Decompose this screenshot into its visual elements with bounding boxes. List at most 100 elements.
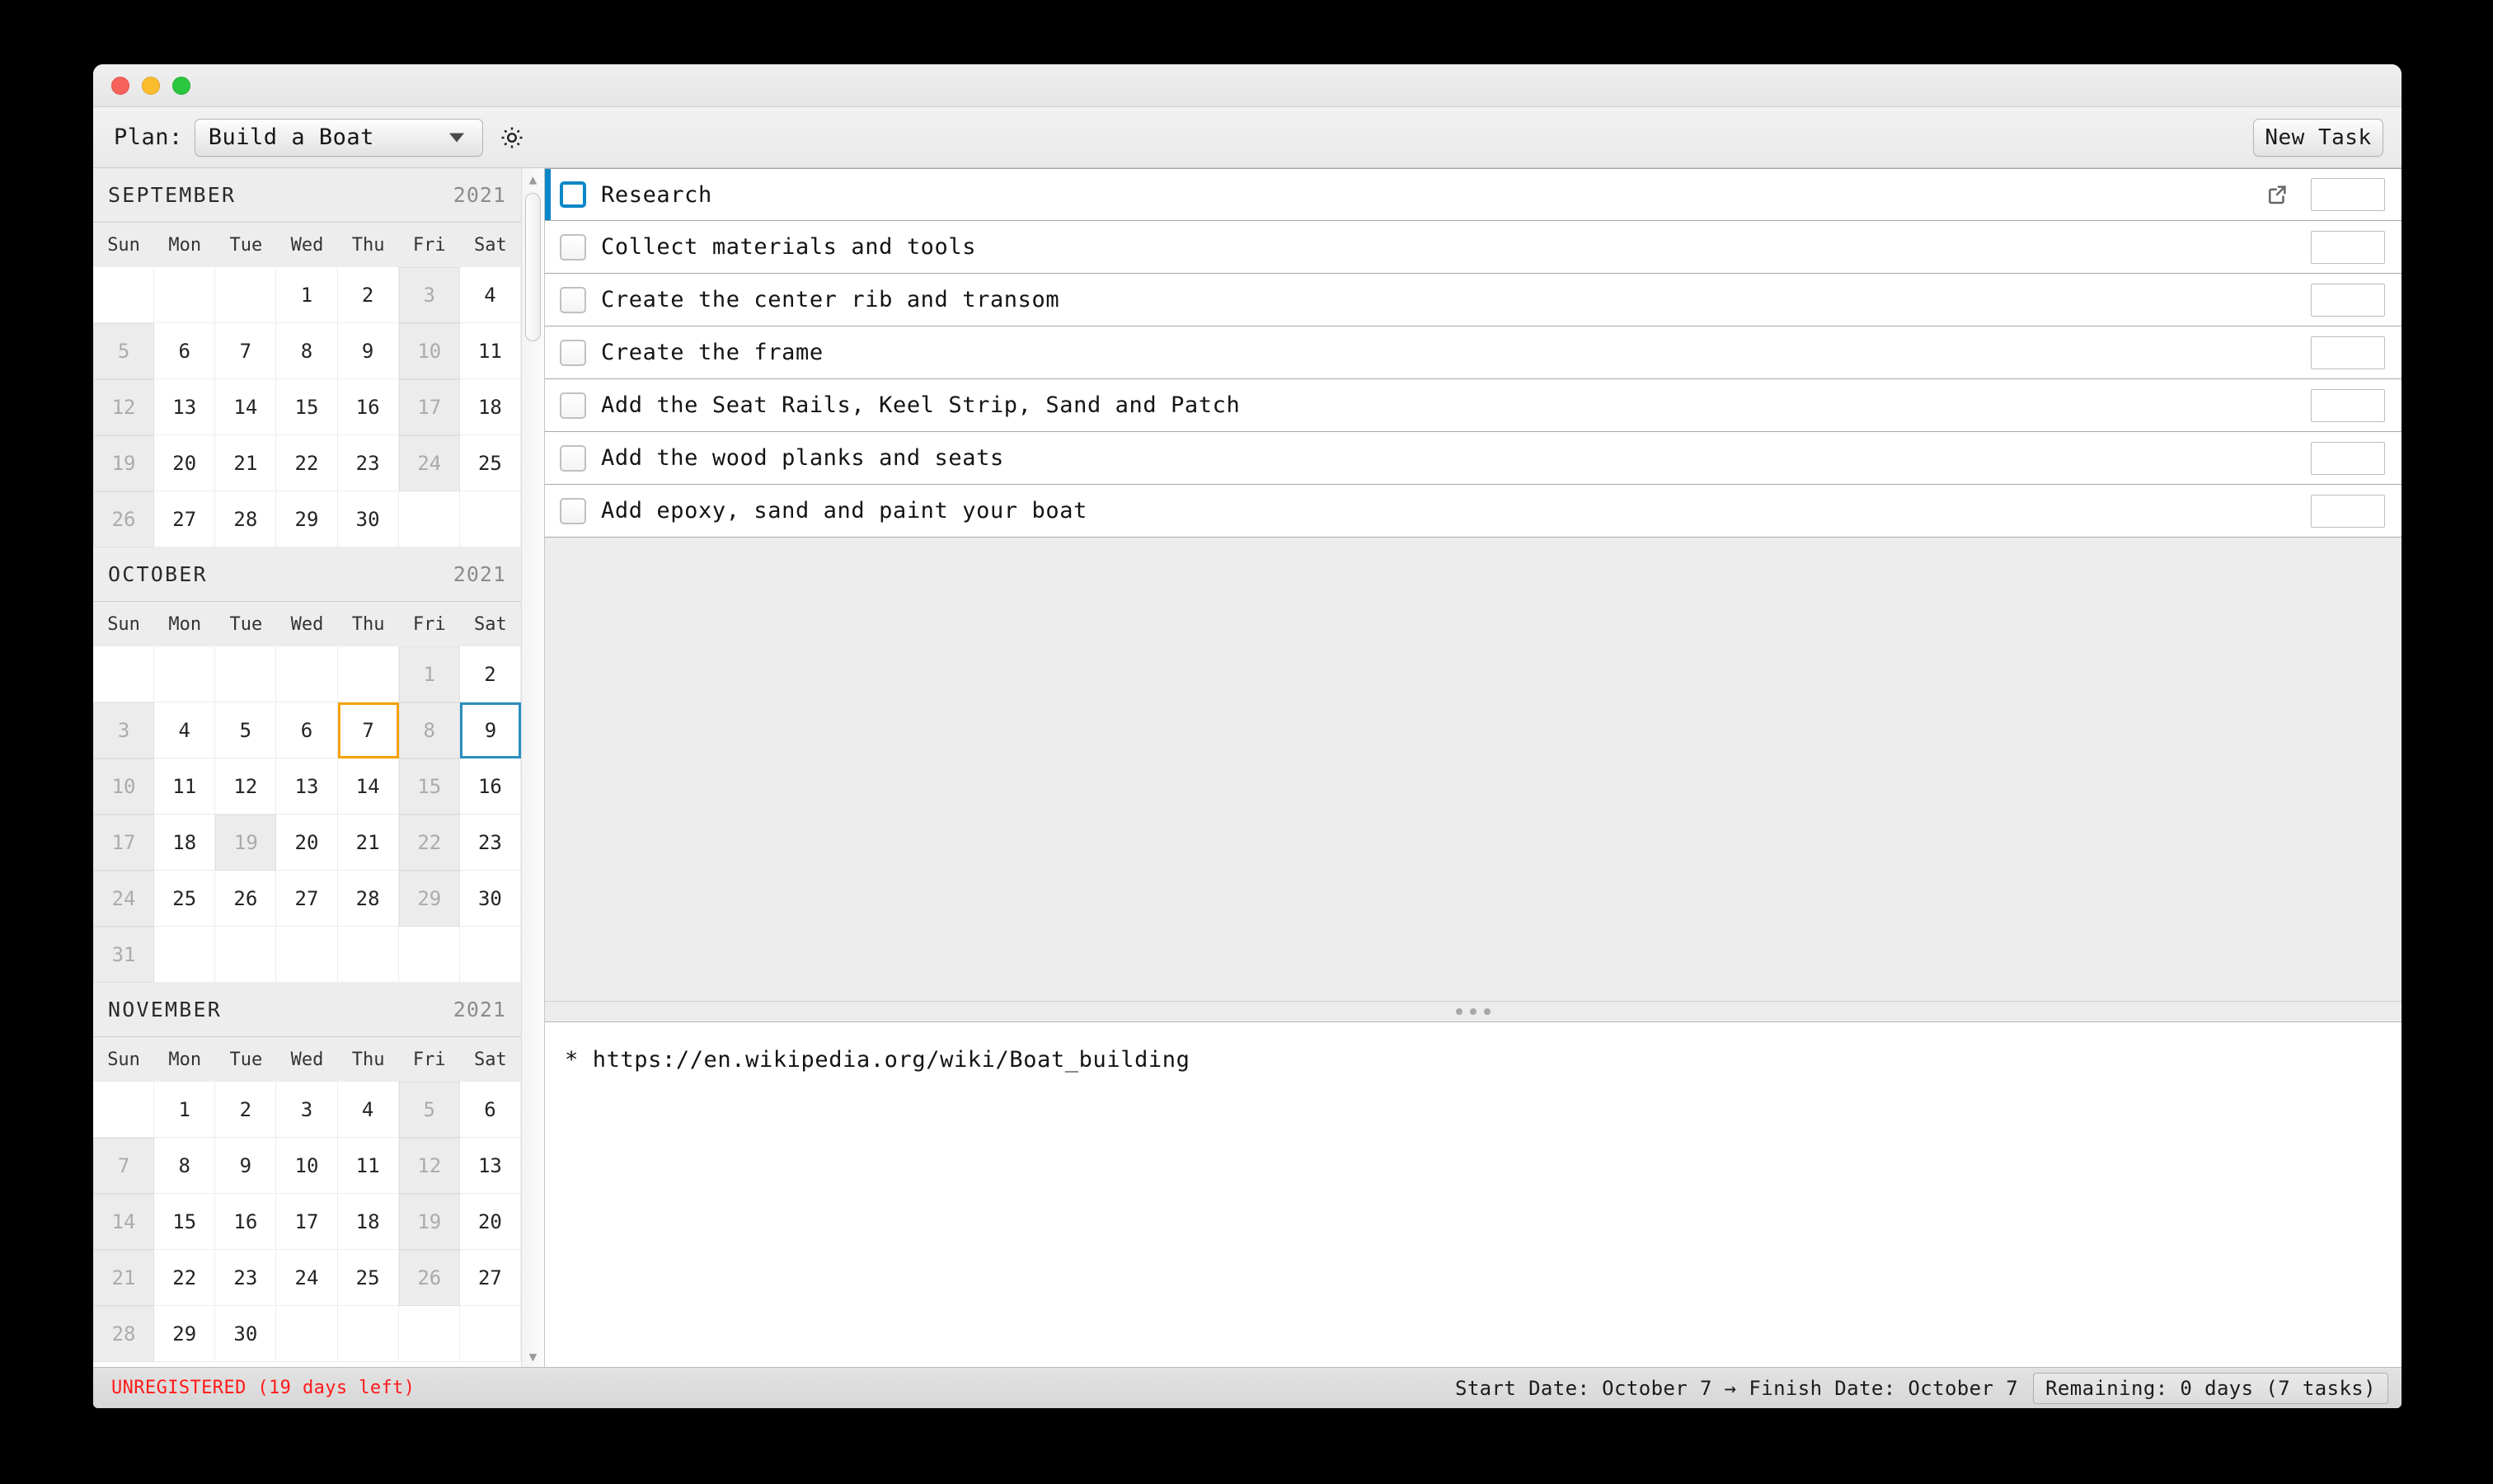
- calendar-day[interactable]: 21: [337, 815, 399, 871]
- calendar-day[interactable]: 23: [337, 435, 399, 491]
- calendar-day[interactable]: 8: [154, 1138, 216, 1194]
- calendar-day[interactable]: 24: [276, 1250, 338, 1306]
- calendar-day[interactable]: 15: [154, 1194, 216, 1250]
- task-title[interactable]: Create the center rib and transom: [601, 287, 1059, 312]
- calendar-day[interactable]: 29: [398, 871, 460, 927]
- calendar-day[interactable]: 13: [276, 758, 338, 815]
- task-title[interactable]: Collect materials and tools: [601, 234, 976, 260]
- calendar-day[interactable]: 30: [337, 491, 399, 547]
- zoom-button[interactable]: [172, 76, 190, 95]
- calendar-day[interactable]: 29: [154, 1306, 216, 1362]
- task-duration-input[interactable]: [2311, 388, 2385, 422]
- calendar-day[interactable]: 6: [459, 1082, 521, 1138]
- task-title[interactable]: Add the Seat Rails, Keel Strip, Sand and…: [601, 392, 1240, 418]
- calendar-day[interactable]: 20: [154, 435, 216, 491]
- calendar-day[interactable]: 23: [459, 815, 521, 871]
- task-row[interactable]: Collect materials and tools: [545, 221, 2401, 274]
- calendar-day[interactable]: 15: [276, 379, 338, 435]
- calendar-day[interactable]: 17: [276, 1194, 338, 1250]
- calendar-day[interactable]: 7: [93, 1138, 155, 1194]
- calendar-day[interactable]: 19: [93, 435, 155, 491]
- calendar-day[interactable]: 8: [398, 702, 460, 758]
- calendar-day[interactable]: 26: [398, 1250, 460, 1306]
- calendar-day[interactable]: 5: [398, 1082, 460, 1138]
- calendar-day[interactable]: 3: [93, 702, 155, 758]
- task-row[interactable]: Research: [545, 168, 2401, 221]
- calendar-day[interactable]: 29: [276, 491, 338, 547]
- calendar-day[interactable]: 12: [93, 379, 155, 435]
- calendar-day[interactable]: 28: [215, 491, 277, 547]
- calendar-day[interactable]: 30: [459, 871, 521, 927]
- task-title[interactable]: Research: [601, 182, 712, 208]
- task-row[interactable]: Create the center rib and transom: [545, 274, 2401, 326]
- calendar-day[interactable]: 22: [398, 815, 460, 871]
- open-external-link-button[interactable]: [2265, 182, 2289, 207]
- task-checkbox[interactable]: [560, 286, 586, 313]
- task-row[interactable]: Create the frame: [545, 326, 2401, 379]
- calendar-day[interactable]: 19: [215, 815, 277, 871]
- calendar-day[interactable]: 1: [398, 646, 460, 702]
- calendar-scrollbar[interactable]: ▲ ▼: [521, 168, 544, 1367]
- close-button[interactable]: [111, 76, 129, 95]
- calendar-day[interactable]: 9: [215, 1138, 277, 1194]
- calendar-day[interactable]: 21: [93, 1250, 155, 1306]
- calendar-day[interactable]: 11: [459, 323, 521, 379]
- calendar-day[interactable]: 26: [93, 491, 155, 547]
- calendar-day[interactable]: 9: [337, 323, 399, 379]
- calendar-day[interactable]: 4: [154, 702, 216, 758]
- calendar-day[interactable]: 2: [459, 646, 521, 702]
- task-title[interactable]: Create the frame: [601, 340, 824, 365]
- calendar-day[interactable]: 22: [276, 435, 338, 491]
- calendar-day[interactable]: 13: [154, 379, 216, 435]
- calendar-day[interactable]: 3: [398, 267, 460, 323]
- calendar-day[interactable]: 25: [459, 435, 521, 491]
- task-duration-input[interactable]: [2311, 230, 2385, 264]
- task-checkbox[interactable]: [560, 392, 586, 419]
- calendar-day[interactable]: 10: [398, 323, 460, 379]
- calendar-day[interactable]: 16: [459, 758, 521, 815]
- calendar-day[interactable]: 1: [154, 1082, 216, 1138]
- task-duration-input[interactable]: [2311, 178, 2385, 211]
- calendar-day[interactable]: 24: [93, 871, 155, 927]
- calendar-day[interactable]: 8: [276, 323, 338, 379]
- calendar-day[interactable]: 2: [337, 267, 399, 323]
- calendar-day-start[interactable]: 7: [337, 702, 399, 758]
- scrollbar-thumb[interactable]: [525, 193, 541, 341]
- task-checkbox[interactable]: [560, 339, 586, 366]
- notes-pane[interactable]: * https://en.wikipedia.org/wiki/Boat_bui…: [545, 1022, 2401, 1367]
- calendar-day[interactable]: 17: [93, 815, 155, 871]
- calendar-day[interactable]: 7: [215, 323, 277, 379]
- calendar-day[interactable]: 26: [215, 871, 277, 927]
- plan-dropdown[interactable]: Build a Boat: [194, 118, 483, 157]
- calendar-day[interactable]: 28: [93, 1306, 155, 1362]
- calendar-day[interactable]: 13: [459, 1138, 521, 1194]
- calendar-day[interactable]: 23: [215, 1250, 277, 1306]
- calendar-day[interactable]: 5: [215, 702, 277, 758]
- calendar-day[interactable]: 20: [276, 815, 338, 871]
- calendar-day[interactable]: 18: [337, 1194, 399, 1250]
- calendar-day[interactable]: 20: [459, 1194, 521, 1250]
- calendar-day[interactable]: 22: [154, 1250, 216, 1306]
- task-duration-input[interactable]: [2311, 494, 2385, 528]
- new-task-button[interactable]: New Task: [2253, 118, 2383, 157]
- calendar-day[interactable]: 25: [337, 1250, 399, 1306]
- task-row[interactable]: Add epoxy, sand and paint your boat: [545, 485, 2401, 538]
- calendar-day[interactable]: 15: [398, 758, 460, 815]
- calendar-day[interactable]: 10: [93, 758, 155, 815]
- task-checkbox[interactable]: [560, 444, 586, 472]
- calendar-day[interactable]: 28: [337, 871, 399, 927]
- calendar-day[interactable]: 12: [398, 1138, 460, 1194]
- calendar-day[interactable]: 14: [337, 758, 399, 815]
- calendar-day-finish[interactable]: 9: [459, 702, 521, 758]
- task-row[interactable]: Add the wood planks and seats: [545, 432, 2401, 485]
- calendar-day[interactable]: 12: [215, 758, 277, 815]
- calendar-day[interactable]: 11: [337, 1138, 399, 1194]
- calendar-scroll-area[interactable]: SEPTEMBER 2021 Sun Mon Tue Wed Thu Fri Sat 1 2 3 4 5 6…: [93, 168, 521, 1367]
- task-title[interactable]: Add epoxy, sand and paint your boat: [601, 498, 1087, 524]
- calendar-day[interactable]: 3: [276, 1082, 338, 1138]
- calendar-day[interactable]: 6: [154, 323, 216, 379]
- calendar-day[interactable]: 6: [276, 702, 338, 758]
- minimize-button[interactable]: [142, 76, 160, 95]
- calendar-day[interactable]: 14: [93, 1194, 155, 1250]
- settings-gear-button[interactable]: [498, 124, 526, 152]
